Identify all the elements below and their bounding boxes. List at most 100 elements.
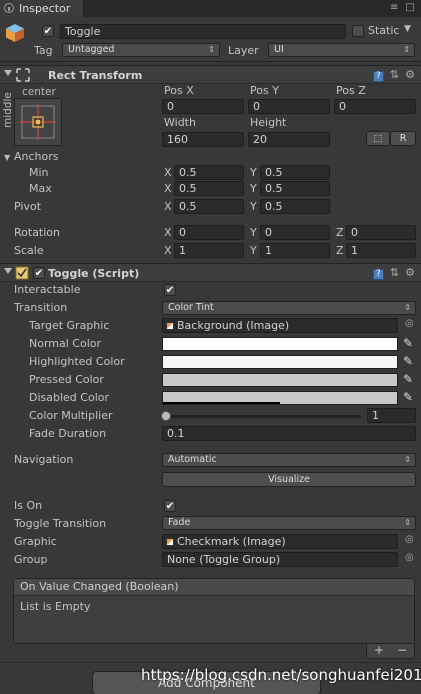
pos-x-field[interactable]: 0 [162,99,244,114]
event-header: On Value Changed (Boolean) [14,579,414,596]
image-icon [166,322,174,330]
remove-listener-button[interactable]: − [397,644,407,657]
target-graphic-field[interactable]: Background (Image) [162,318,398,333]
highlighted-color-label: Highlighted Color [29,355,125,368]
navigation-value: Automatic [168,454,217,465]
settings-gear-icon[interactable]: ⚙ [405,266,415,279]
disabled-color-swatch[interactable] [162,391,398,405]
is-on-checkbox[interactable]: ✔ [164,500,176,512]
graphic-label: Graphic [14,535,57,548]
anchor-max-x-field[interactable]: 0.5 [174,181,244,196]
fade-duration-label: Fade Duration [29,427,107,440]
scale-label: Scale [14,244,44,257]
anchor-max-label: Max [29,182,52,195]
toggle-script-header[interactable]: ✔ Toggle (Script) ? ⇅ ⚙ [0,263,421,282]
settings-gear-icon[interactable]: ⚙ [405,68,415,81]
preset-icon[interactable]: ⇅ [390,266,399,279]
anchor-min-x-field[interactable]: 0.5 [174,165,244,180]
width-field[interactable]: 160 [162,132,244,147]
tag-dropdown[interactable]: Untagged ⇕ [62,43,220,57]
highlighted-color-swatch[interactable] [162,355,398,369]
navigation-dropdown[interactable]: Automatic ⇕ [162,453,416,467]
group-label: Group [14,553,48,566]
object-picker-icon[interactable]: ◎ [405,552,414,563]
inspector-tab[interactable]: Inspector [0,0,84,17]
color-multiplier-field[interactable]: 1 [367,408,416,423]
event-empty-text: List is Empty [20,600,91,613]
color-multiplier-label: Color Multiplier [29,409,113,422]
info-icon [4,3,14,13]
axis-y-label: Y [250,182,257,195]
eyedropper-icon[interactable]: ✎ [401,337,415,351]
toggle-transition-dropdown[interactable]: Fade ⇕ [162,516,416,530]
scale-y-field[interactable]: 1 [260,243,330,258]
active-checkbox[interactable]: ✔ [42,25,54,37]
pivot-x-field[interactable]: 0.5 [174,199,244,214]
object-picker-icon[interactable]: ◎ [405,318,414,329]
anchors-label: Anchors [14,150,59,163]
visualize-button[interactable]: Visualize [162,472,416,487]
static-dropdown-arrow-icon[interactable]: ▼ [404,24,411,34]
interactable-checkbox[interactable]: ✔ [164,284,176,296]
anchor-min-y-field[interactable]: 0.5 [260,165,330,180]
object-picker-icon[interactable]: ◎ [405,534,414,545]
watermark-text: https://blog.csdn.net/songhuanfei2017 [141,666,421,684]
divider [0,662,421,663]
axis-y-label: Y [250,244,257,257]
rotation-x-field[interactable]: 0 [174,225,244,240]
height-field[interactable]: 20 [248,132,330,147]
rotation-z-field[interactable]: 0 [346,225,416,240]
preset-icon[interactable]: ⇅ [390,68,399,81]
alpha-bar [163,402,280,404]
static-checkbox[interactable] [352,25,364,37]
transition-dropdown[interactable]: Color Tint ⇕ [162,301,416,315]
raw-edit-button[interactable]: R [390,131,416,146]
layer-value: UI [274,44,284,55]
pos-y-field[interactable]: 0 [248,99,330,114]
eyedropper-icon[interactable]: ✎ [401,391,415,405]
help-icon[interactable]: ? [372,269,384,280]
component-enabled-checkbox[interactable]: ✔ [33,267,45,279]
group-field[interactable]: None (Toggle Group) [162,552,398,567]
window-menu-buttons[interactable]: ≡ □ [390,2,417,13]
normal-color-label: Normal Color [29,337,102,350]
tab-bar: Inspector ≡ □ [0,0,421,17]
is-on-label: Is On [14,499,43,512]
static-label: Static [368,24,400,37]
help-icon[interactable]: ? [372,71,384,82]
axis-z-label: Z [336,226,344,239]
pivot-y-field[interactable]: 0.5 [260,199,330,214]
rect-transform-header[interactable]: Rect Transform ? ⇅ ⚙ [0,65,421,84]
graphic-field[interactable]: Checkmark (Image) [162,534,398,549]
transition-value: Color Tint [168,302,214,313]
layer-dropdown[interactable]: UI ⇕ [268,43,415,57]
scale-x-field[interactable]: 1 [174,243,244,258]
foldout-arrow-icon[interactable] [4,268,12,274]
rotation-label: Rotation [14,226,61,239]
rect-transform-title: Rect Transform [48,69,143,82]
anchor-min-label: Min [29,166,49,179]
anchor-max-y-field[interactable]: 0.5 [260,181,330,196]
eyedropper-icon[interactable]: ✎ [401,373,415,387]
event-add-remove: + − [366,644,415,659]
anchors-foldout-icon[interactable]: ▼ [4,153,10,162]
color-multiplier-slider-track[interactable] [164,415,361,418]
object-name-field[interactable]: Toggle [60,24,346,39]
rotation-y-field[interactable]: 0 [260,225,330,240]
normal-color-swatch[interactable] [162,337,398,351]
eyedropper-icon[interactable]: ✎ [401,355,415,369]
axis-y-label: Y [250,226,257,239]
pos-z-field[interactable]: 0 [334,99,416,114]
add-listener-button[interactable]: + [374,644,384,657]
anchor-presets-button[interactable] [14,98,62,146]
foldout-arrow-icon[interactable] [4,70,12,76]
height-label: Height [250,116,287,129]
navigation-label: Navigation [14,453,74,466]
axis-x-label: X [164,226,172,239]
fade-duration-field[interactable]: 0.1 [162,426,416,441]
scale-z-field[interactable]: 1 [346,243,416,258]
pressed-color-label: Pressed Color [29,373,104,386]
pressed-color-swatch[interactable] [162,373,398,387]
color-multiplier-slider-thumb[interactable] [161,411,171,421]
blueprint-mode-button[interactable]: ⬚ [366,131,390,146]
